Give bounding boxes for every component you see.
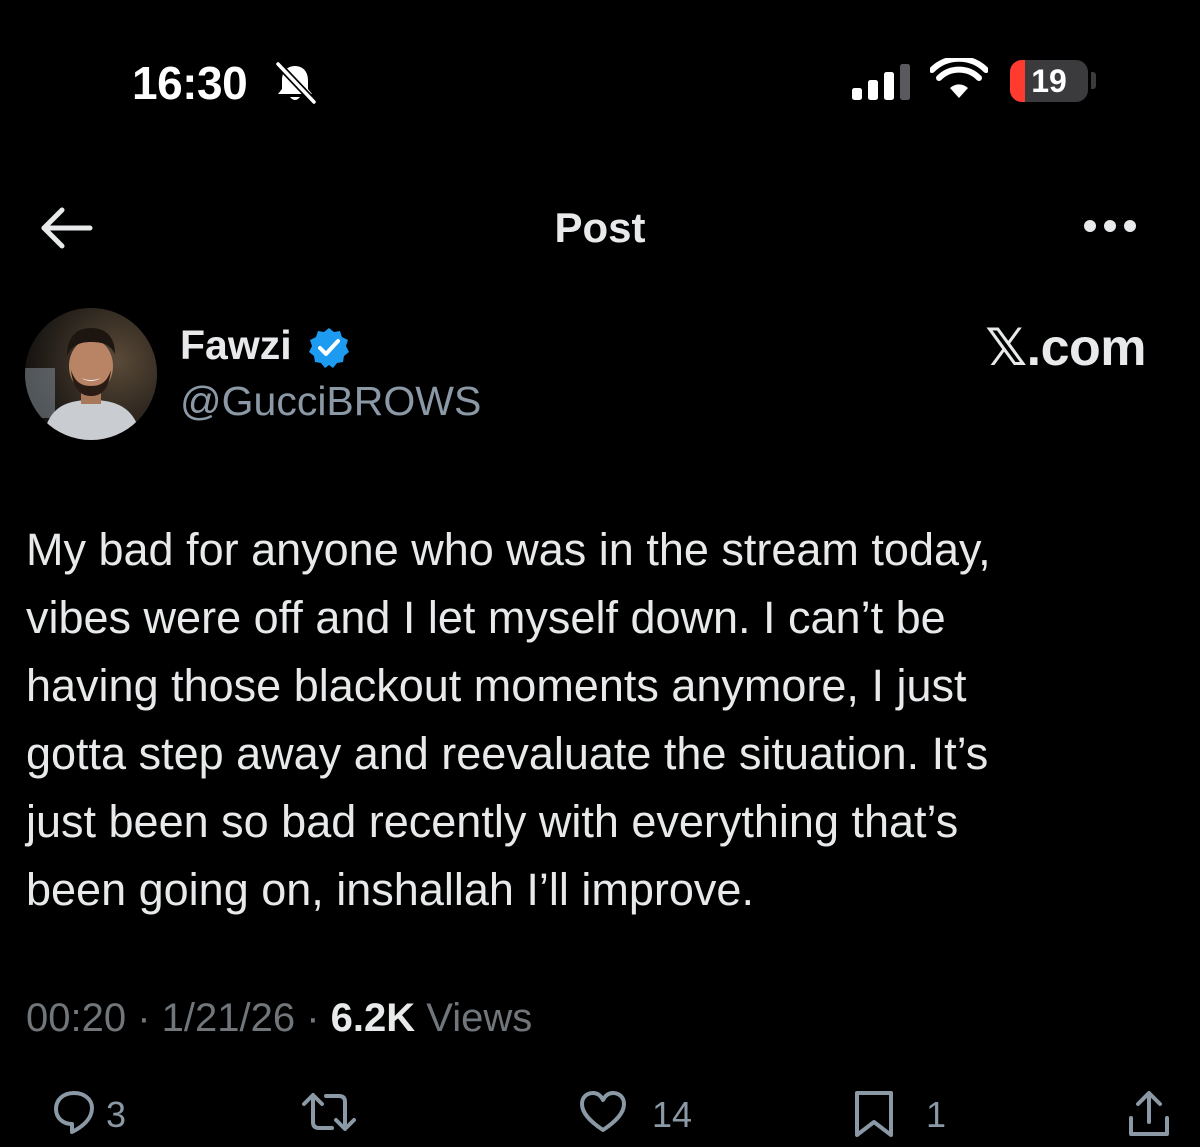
reply-count: 3: [106, 1094, 127, 1135]
avatar[interactable]: [25, 308, 157, 440]
avatar-photo: [25, 308, 157, 440]
battery-tip: [1091, 72, 1096, 89]
reply-icon: [54, 1091, 94, 1134]
views-label: Views: [426, 996, 533, 1040]
bell-slash-icon: [274, 60, 318, 106]
battery-level: 19: [1031, 63, 1067, 99]
tweet-date[interactable]: 1/21/26: [162, 996, 295, 1040]
tweet-meta: 00:20 · 1/21/26 · 6.2K Views: [26, 996, 532, 1041]
bookmark-button[interactable]: 1: [852, 1088, 952, 1144]
like-count: 14: [652, 1094, 693, 1135]
brand-watermark: 𝕏.com: [985, 319, 1146, 377]
status-time: 16:30: [132, 57, 248, 109]
more-options-icon[interactable]: [1080, 208, 1142, 244]
bookmark-icon: [855, 1091, 893, 1137]
repost-button[interactable]: [300, 1088, 360, 1144]
reply-button[interactable]: 3: [52, 1088, 142, 1144]
share-icon: [1129, 1091, 1169, 1136]
tweet-line: gotta step away and reevaluate the situa…: [26, 728, 989, 779]
page-title: Post: [554, 204, 646, 251]
views-count[interactable]: 6.2K: [331, 996, 416, 1040]
verified-badge-icon: [309, 328, 349, 368]
post-screen: 16:30 19 Post Fawzi @GucciBROWS 𝕏.com My…: [0, 0, 1200, 1147]
bookmark-count: 1: [926, 1094, 947, 1135]
author-name[interactable]: Fawzi: [180, 322, 292, 369]
battery-icon: 19: [1010, 60, 1088, 102]
wifi-icon: [930, 58, 988, 98]
like-button[interactable]: 14: [578, 1088, 698, 1144]
repost-icon: [302, 1093, 356, 1131]
tweet-line: been going on, inshallah I’ll improve.: [26, 864, 754, 915]
separator-dot: ·: [295, 996, 331, 1040]
tweet-line: vibes were off and I let myself down. I …: [26, 592, 946, 643]
tweet-time[interactable]: 00:20: [26, 996, 126, 1040]
tweet-text: My bad for anyone who was in the stream …: [26, 516, 1156, 924]
cellular-signal-icon: [852, 64, 910, 100]
author-handle[interactable]: @GucciBROWS: [180, 378, 481, 425]
separator-dot: ·: [126, 996, 162, 1040]
tweet-line: My bad for anyone who was in the stream …: [26, 524, 991, 575]
share-button[interactable]: [1126, 1088, 1174, 1144]
tweet-line: having those blackout moments anymore, I…: [26, 660, 967, 711]
like-icon: [580, 1091, 626, 1132]
tweet-line: just been so bad recently with everythin…: [26, 796, 959, 847]
